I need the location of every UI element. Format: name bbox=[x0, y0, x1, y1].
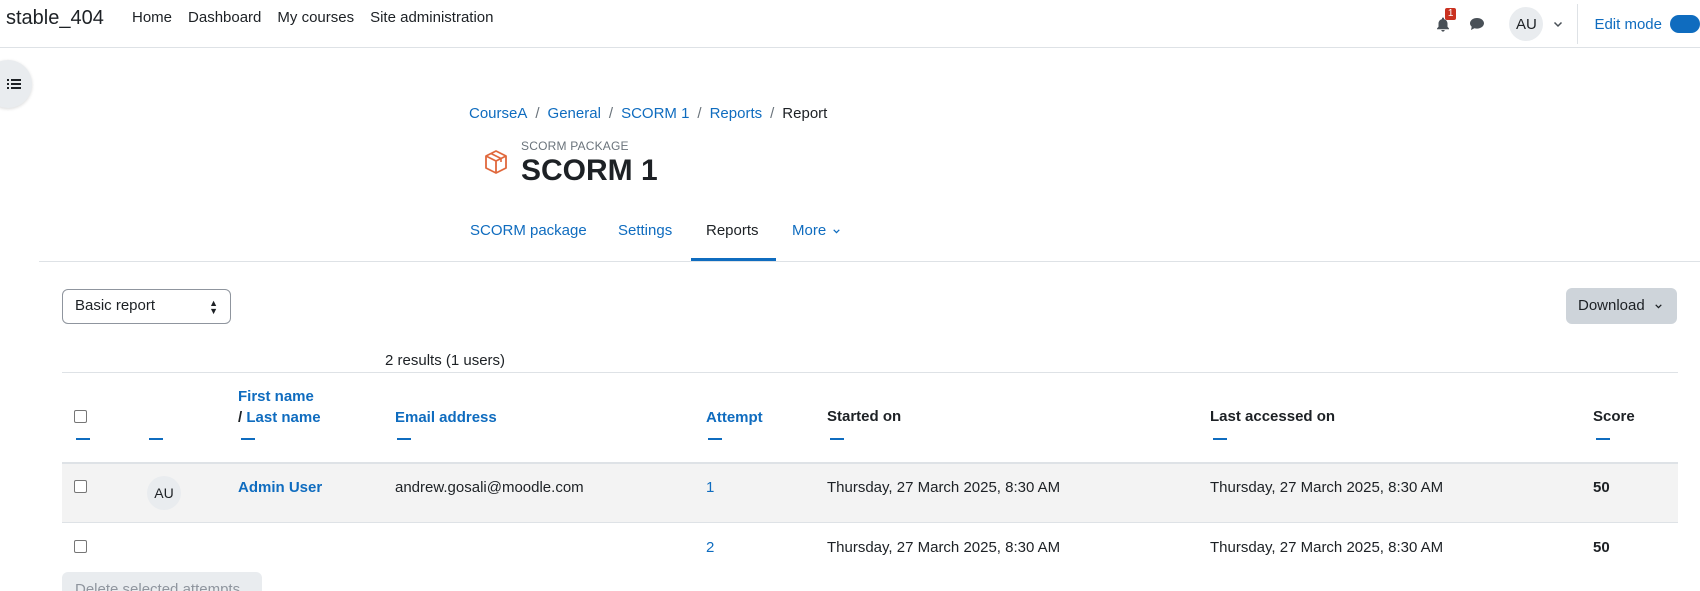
tab-more[interactable]: More bbox=[792, 222, 841, 239]
activity-type-label: SCORM PACKAGE bbox=[521, 139, 629, 153]
avatar[interactable]: AU bbox=[147, 476, 181, 510]
navbar-divider bbox=[1577, 4, 1579, 44]
site-brand[interactable]: stable_404 bbox=[6, 7, 104, 30]
list-icon bbox=[7, 79, 21, 89]
course-index-toggle[interactable] bbox=[0, 60, 32, 108]
tab-reports[interactable]: Reports bbox=[706, 222, 759, 239]
select-all-checkbox[interactable] bbox=[74, 410, 87, 423]
report-type-select[interactable]: Basic report ▲ ▼ bbox=[62, 289, 231, 324]
header-name-separator-text: / bbox=[238, 409, 243, 426]
collapse-column-icon[interactable] bbox=[241, 438, 255, 440]
score-cell: 50 bbox=[1593, 479, 1610, 496]
collapse-column-icon[interactable] bbox=[76, 438, 90, 440]
nav-dashboard[interactable]: Dashboard bbox=[188, 9, 261, 27]
chevron-down-icon bbox=[1655, 304, 1662, 309]
collapse-column-icon[interactable] bbox=[1596, 438, 1610, 440]
breadcrumb-coursea[interactable]: CourseA bbox=[469, 105, 527, 122]
user-name-link[interactable]: Admin User bbox=[238, 479, 322, 496]
collapse-column-icon[interactable] bbox=[149, 438, 163, 440]
delete-selected-attempts-button[interactable]: Delete selected attempts bbox=[62, 572, 262, 591]
results-count: 2 results (1 users) bbox=[385, 352, 506, 369]
breadcrumb: CourseA / General / SCORM 1 / Reports / … bbox=[469, 105, 827, 122]
header-email[interactable]: Email address bbox=[395, 409, 497, 426]
collapse-column-icon[interactable] bbox=[830, 438, 844, 440]
edit-mode-toggle[interactable] bbox=[1670, 15, 1700, 33]
nav-my-courses[interactable]: My courses bbox=[277, 9, 354, 27]
report-type-value: Basic report bbox=[75, 297, 156, 314]
header-attempt[interactable]: Attempt bbox=[706, 409, 763, 426]
header-last-accessed: Last accessed on bbox=[1210, 408, 1336, 425]
last-accessed-cell: Thursday, 27 March 2025, 8:30 AM bbox=[1210, 479, 1444, 496]
breadcrumb-general[interactable]: General bbox=[548, 105, 601, 122]
breadcrumb-scorm[interactable]: SCORM 1 bbox=[621, 105, 689, 122]
header-last-name[interactable]: Last name bbox=[246, 409, 320, 426]
email-cell: andrew.gosali@moodle.com bbox=[395, 479, 584, 496]
nav-site-administration[interactable]: Site administration bbox=[370, 9, 493, 27]
row-checkbox[interactable] bbox=[74, 480, 87, 493]
header-score: Score bbox=[1593, 408, 1635, 425]
user-avatar[interactable]: AU bbox=[1509, 7, 1544, 41]
score-cell: 50 bbox=[1593, 539, 1610, 556]
row-checkbox[interactable] bbox=[74, 540, 87, 553]
breadcrumb-separator: / bbox=[608, 105, 614, 122]
nav-home[interactable]: Home bbox=[132, 9, 172, 27]
breadcrumb-reports[interactable]: Reports bbox=[710, 105, 763, 122]
attempt-link[interactable]: 2 bbox=[706, 539, 714, 556]
tab-settings[interactable]: Settings bbox=[618, 222, 672, 239]
primary-navigation: Home Dashboard My courses Site administr… bbox=[132, 9, 510, 27]
breadcrumb-separator: / bbox=[770, 105, 775, 122]
chevron-down-icon bbox=[833, 229, 841, 234]
header-name-separator: / Last name bbox=[238, 409, 321, 426]
breadcrumb-separator: / bbox=[535, 105, 540, 122]
package-box-icon bbox=[485, 150, 507, 174]
edit-mode-label: Edit mode bbox=[1594, 15, 1662, 33]
started-on-cell: Thursday, 27 March 2025, 8:30 AM bbox=[827, 539, 1061, 556]
collapse-column-icon[interactable] bbox=[397, 438, 411, 440]
messages-button[interactable] bbox=[1467, 14, 1487, 34]
page-title: SCORM 1 bbox=[521, 154, 658, 187]
started-on-cell: Thursday, 27 March 2025, 8:30 AM bbox=[827, 479, 1061, 496]
select-arrows-icon: ▲ ▼ bbox=[209, 298, 218, 316]
secondary-navigation: SCORM package Settings Reports More bbox=[39, 200, 1700, 262]
header-first-name[interactable]: First name bbox=[238, 388, 314, 405]
collapse-column-icon[interactable] bbox=[1213, 438, 1227, 440]
collapse-column-icon[interactable] bbox=[708, 438, 722, 440]
header-started-on: Started on bbox=[827, 408, 902, 425]
download-button[interactable]: Download bbox=[1566, 288, 1677, 324]
attempt-link[interactable]: 1 bbox=[706, 479, 714, 496]
chat-bubble-icon bbox=[1470, 18, 1485, 30]
tab-more-label: More bbox=[792, 222, 827, 239]
tab-scorm-package[interactable]: SCORM package bbox=[470, 222, 587, 239]
active-tab-indicator bbox=[691, 258, 776, 261]
user-menu-area: 1 AU Edit mode bbox=[1433, 0, 1700, 48]
breadcrumb-separator: / bbox=[697, 105, 702, 122]
breadcrumb-current: Report bbox=[782, 105, 828, 122]
top-navbar: stable_404 Home Dashboard My courses Sit… bbox=[0, 0, 1700, 48]
chevron-down-icon[interactable] bbox=[1553, 19, 1563, 29]
notification-count-badge: 1 bbox=[1444, 8, 1457, 20]
table-top-border bbox=[62, 372, 1678, 373]
notifications-button[interactable]: 1 bbox=[1433, 8, 1457, 34]
last-accessed-cell: Thursday, 27 March 2025, 8:30 AM bbox=[1210, 539, 1444, 556]
download-label: Download bbox=[1578, 297, 1645, 314]
